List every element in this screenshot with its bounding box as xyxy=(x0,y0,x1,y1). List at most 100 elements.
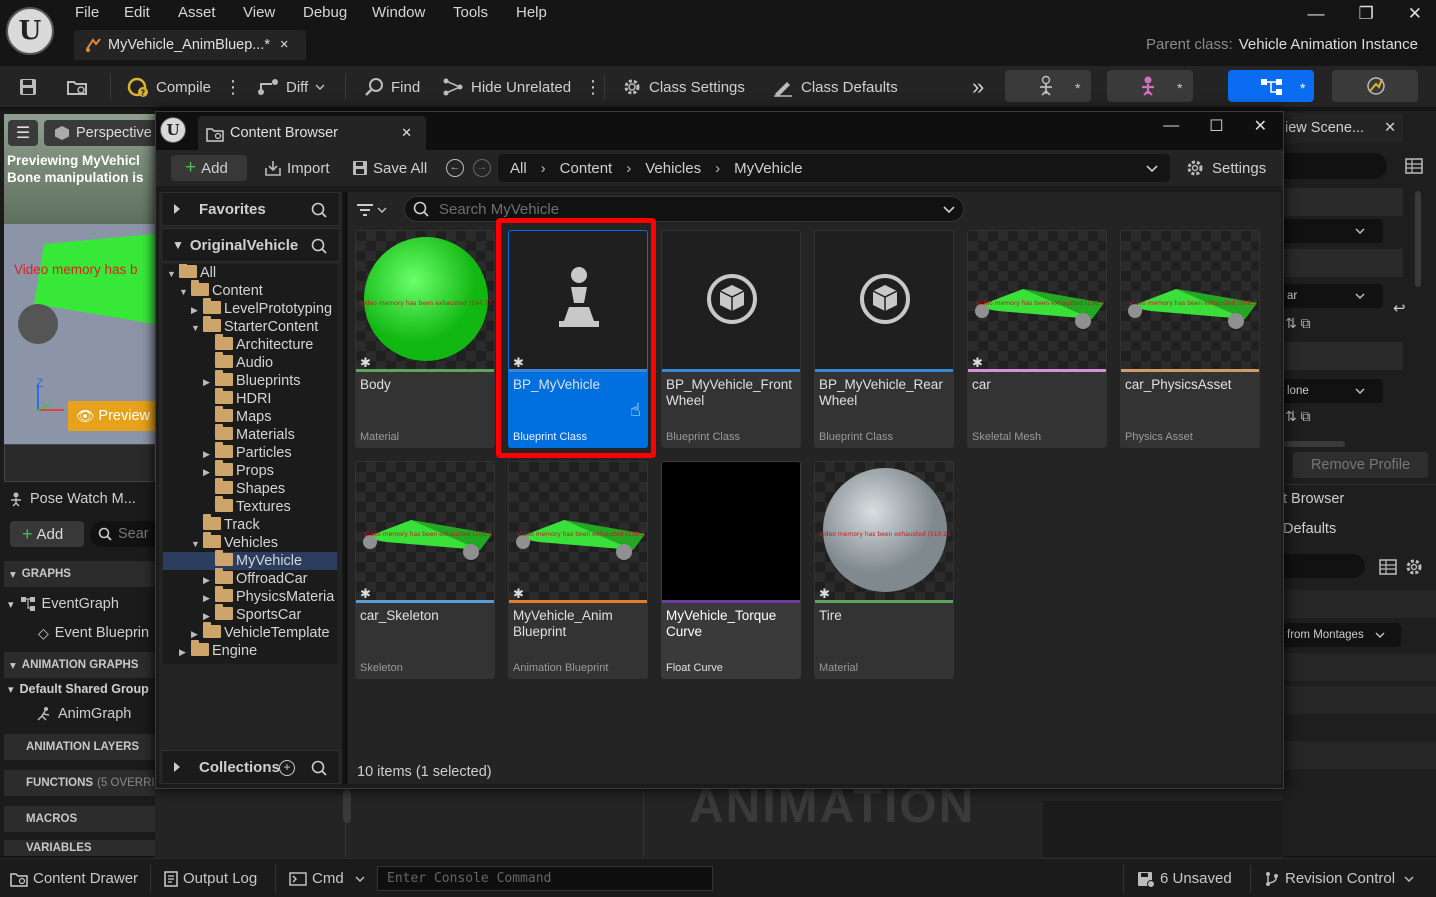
animation-mode-button[interactable] xyxy=(1332,70,1418,102)
tree-folder[interactable]: ▶ OffroadCar xyxy=(163,568,337,589)
tree-folder[interactable]: Track xyxy=(163,514,337,534)
close-tab-icon[interactable]: ✕ xyxy=(401,116,412,150)
breadcrumb-content[interactable]: Content xyxy=(560,160,613,177)
add-collection-icon[interactable]: + xyxy=(279,760,295,776)
add-button-left[interactable]: + Add xyxy=(10,521,84,547)
caret-right-icon[interactable]: ▶ xyxy=(203,589,213,607)
close-tab-icon[interactable]: × xyxy=(280,37,288,53)
menu-asset[interactable]: Asset xyxy=(178,4,216,21)
anim-graph-row[interactable]: AnimGraph xyxy=(4,701,155,727)
menu-view[interactable]: View xyxy=(243,4,275,21)
restore-icon[interactable]: ❐ xyxy=(1359,4,1374,24)
menu-file[interactable]: File xyxy=(75,4,99,21)
search-history-icon[interactable] xyxy=(943,206,955,213)
class-settings-button[interactable]: Class Settings xyxy=(622,66,745,108)
cmd-dropdown[interactable]: Cmd xyxy=(289,859,365,897)
compile-button[interactable]: ? Compile xyxy=(127,66,211,108)
animation-layers-category[interactable]: ANIMATION LAYERS xyxy=(4,734,155,760)
tree-folder[interactable]: Architecture xyxy=(163,334,337,354)
macros-category[interactable]: MACROS xyxy=(4,806,155,832)
tree-folder[interactable]: ▼ Vehicles xyxy=(163,532,337,552)
menu-help[interactable]: Help xyxy=(516,4,547,21)
dropdown-1[interactable]: ar xyxy=(1283,284,1383,308)
diff-button[interactable]: Diff xyxy=(257,66,325,108)
graphs-category[interactable]: ▾ GRAPHS xyxy=(4,561,155,587)
asset-tile[interactable]: Video memory has been exhausted (510.29 ✱… xyxy=(814,461,954,679)
content-drawer-button[interactable]: Content Drawer xyxy=(10,859,138,897)
settings-button[interactable]: Settings xyxy=(1186,154,1266,182)
search-icon[interactable] xyxy=(311,202,327,218)
unsaved-button[interactable]: 6 Unsaved xyxy=(1137,859,1232,897)
more-tools-icon[interactable]: » xyxy=(972,66,984,108)
collections-header[interactable]: Collections + xyxy=(161,750,340,784)
find-button[interactable]: Find xyxy=(364,66,420,108)
console-input[interactable]: Enter Console Command xyxy=(377,866,713,891)
close-tab-icon[interactable]: ✕ xyxy=(1384,120,1396,136)
remove-profile-button[interactable]: Remove Profile xyxy=(1293,452,1428,478)
details-scrollbar[interactable] xyxy=(1415,191,1421,287)
asset-tile[interactable]: Video memory has been exhausted (108.3 ✱ c… xyxy=(967,230,1107,448)
chevron-right-icon[interactable]: › xyxy=(626,160,631,177)
tree-folder[interactable]: ▶ VehicleTemplate xyxy=(163,622,337,642)
breadcrumb-vehicles[interactable]: Vehicles xyxy=(645,160,701,177)
asset-tile[interactable]: Video memory has been exhausted (108.3 ca… xyxy=(1120,230,1260,448)
tree-folder[interactable]: Audio xyxy=(163,352,337,372)
caret-right-icon[interactable]: ▶ xyxy=(203,463,213,481)
save-icon[interactable] xyxy=(18,66,38,108)
add-button[interactable]: + Add xyxy=(171,155,247,181)
tree-folder[interactable]: ▶ Blueprints xyxy=(163,370,337,390)
document-tab[interactable]: MyVehicle_AnimBluep...* × xyxy=(74,30,306,60)
maximize-icon[interactable]: ☐ xyxy=(1209,116,1223,136)
caret-right-icon[interactable]: ▶ xyxy=(203,571,213,589)
functions-category[interactable]: FUNCTIONS(5 OVERRID xyxy=(4,770,155,796)
tree-folder[interactable]: Shapes xyxy=(163,478,337,498)
variables-category[interactable]: VARIABLES xyxy=(4,840,155,856)
menu-debug[interactable]: Debug xyxy=(303,4,347,21)
asset-tile[interactable]: ✱ BP_MyVehicle Blueprint Class xyxy=(508,230,648,448)
content-browser-tab[interactable]: Content Browser ✕ xyxy=(198,116,426,150)
montage-filter-dropdown[interactable]: from Montages xyxy=(1283,623,1401,647)
caret-down-icon[interactable]: ▼ xyxy=(179,283,189,301)
forward-arrow-icon[interactable]: → xyxy=(473,159,491,177)
tree-folder[interactable]: ▼ StarterContent xyxy=(163,316,337,337)
reset-arrow-icon[interactable]: ↩ xyxy=(1393,299,1406,317)
asset-tile[interactable]: BP_MyVehicle_Front Wheel Blueprint Class xyxy=(661,230,801,448)
asset-tile[interactable]: BP_MyVehicle_Rear Wheel Blueprint Class xyxy=(814,230,954,448)
table-view-icon[interactable] xyxy=(1379,559,1397,575)
asset-tile[interactable]: Video memory has been exhausted (108.3 ✱ M… xyxy=(508,461,648,679)
tree-folder[interactable]: HDRI xyxy=(163,388,337,408)
root-folder-header[interactable]: ▼ OriginalVehicle xyxy=(161,228,340,262)
breadcrumb-all[interactable]: All xyxy=(510,160,527,177)
unreal-logo-icon[interactable]: U xyxy=(6,7,54,55)
preview-button[interactable]: 👁 Preview xyxy=(68,401,155,431)
tree-folder[interactable]: ▼ Content xyxy=(163,280,337,301)
close-window-icon[interactable]: ✕ xyxy=(1408,4,1422,24)
caret-down-icon[interactable]: ▼ xyxy=(191,319,201,337)
import-button[interactable]: Import xyxy=(264,155,330,181)
preview-scene-tab[interactable]: iew Scene... ✕ xyxy=(1283,113,1403,143)
favorites-header[interactable]: Favorites xyxy=(161,192,340,226)
revision-control-button[interactable]: Revision Control xyxy=(1264,859,1414,897)
default-shared-group-row[interactable]: ▾ Default Shared Group xyxy=(4,676,155,702)
blueprint-mode-button[interactable]: * xyxy=(1228,70,1314,102)
minimize-icon[interactable]: — xyxy=(1163,117,1179,135)
pose-watch-row[interactable]: Pose Watch M... xyxy=(4,486,155,512)
tree-folder[interactable]: ▶ PhysicsMateria xyxy=(163,586,337,607)
dropdown-0[interactable] xyxy=(1283,219,1383,243)
pick-asset-icon[interactable]: ⇅ ⧉ xyxy=(1285,408,1311,425)
tree-folder[interactable]: MyVehicle xyxy=(163,550,337,570)
perspective-button[interactable]: Perspective xyxy=(44,120,155,146)
breadcrumb-myvehicle[interactable]: MyVehicle xyxy=(734,160,802,177)
asset-search-input[interactable] xyxy=(1283,554,1365,578)
output-log-button[interactable]: Output Log xyxy=(164,859,257,897)
chevron-right-icon[interactable]: › xyxy=(715,160,720,177)
asset-browser-tab[interactable]: t Browser xyxy=(1283,491,1344,507)
tree-folder[interactable]: Maps xyxy=(163,406,337,426)
back-arrow-icon[interactable]: ← xyxy=(446,159,464,177)
breadcrumb-dropdown-icon[interactable] xyxy=(1146,165,1158,172)
gear-icon[interactable] xyxy=(1405,558,1423,576)
search-icon[interactable] xyxy=(311,760,327,776)
hide-unrelated-button[interactable]: Hide Unrelated xyxy=(442,66,571,108)
caret-right-icon[interactable]: ▶ xyxy=(203,445,213,463)
caret-down-icon[interactable]: ▼ xyxy=(167,265,177,283)
